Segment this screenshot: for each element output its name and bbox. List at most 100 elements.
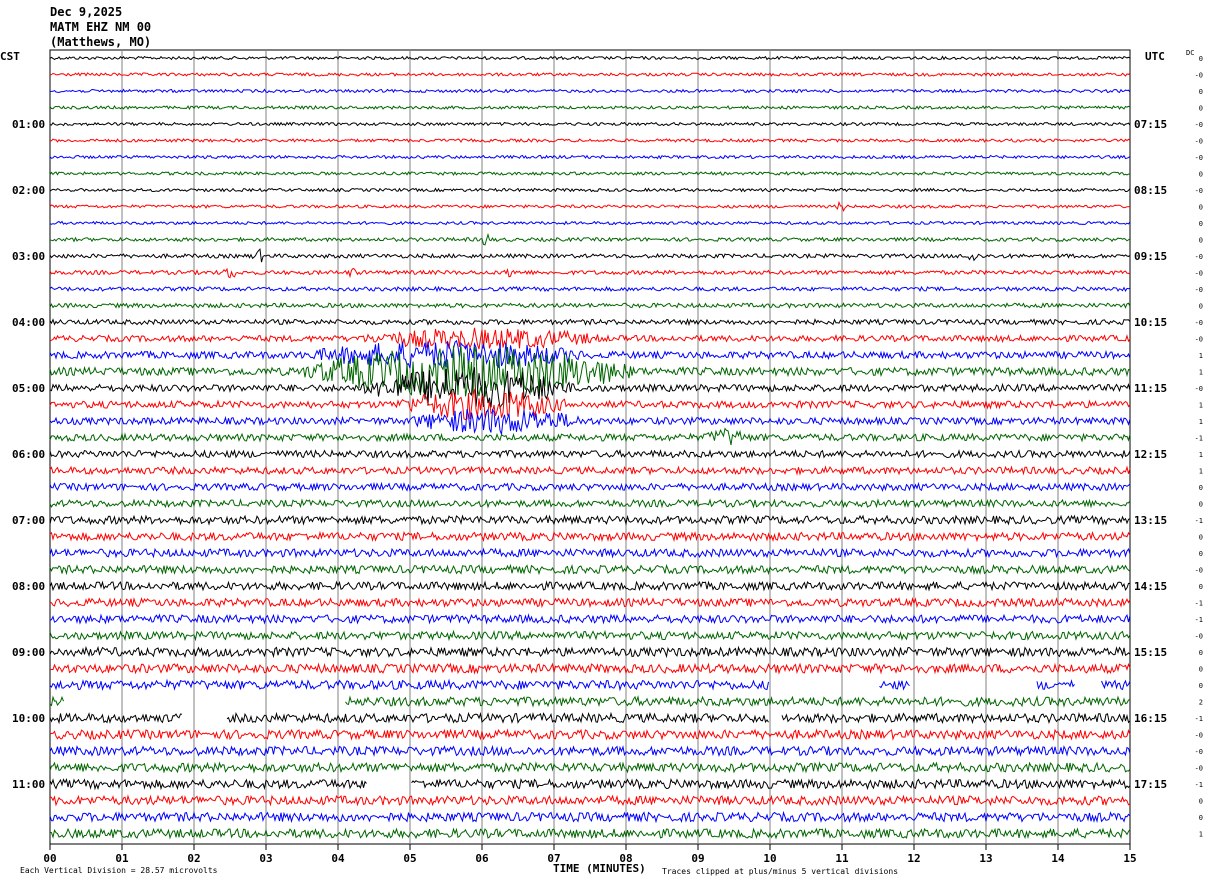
trace-row-41 xyxy=(49,728,1131,741)
trace-row-16 xyxy=(49,317,1131,327)
dc-offset-label: 0 xyxy=(1199,105,1203,113)
dc-offset-label: 0 xyxy=(1199,303,1203,311)
dc-offset-label: -0 xyxy=(1195,765,1203,773)
right-time-label: 13:15 xyxy=(1134,514,1167,527)
dc-offset-label: -0 xyxy=(1195,748,1203,756)
dc-offset-label: 0 xyxy=(1199,237,1203,245)
left-time-label: 02:00 xyxy=(12,184,45,197)
dc-offset-label: -0 xyxy=(1195,567,1203,575)
right-time-label: 08:15 xyxy=(1134,184,1167,197)
trace-row-12 xyxy=(49,248,1131,263)
left-time-labels: 01:00 02:00 03:00 04:00 05:00 06:00 07:00 08:00… xyxy=(12,118,45,791)
left-time-label: 10:00 xyxy=(12,712,45,725)
trace-row-33 xyxy=(49,596,1131,609)
left-time-label: 11:00 xyxy=(12,778,45,791)
trace-row-15 xyxy=(49,302,1131,309)
trace-row-13 xyxy=(49,267,1131,279)
trace-row-37 xyxy=(49,662,1131,675)
x-tick-label: 02 xyxy=(187,852,200,865)
right-time-labels: 07:15 08:15 09:15 10:15 11:15 12:15 13:15 14:15… xyxy=(1134,118,1167,791)
dc-offset-label: 0 xyxy=(1199,550,1203,558)
right-time-label: 10:15 xyxy=(1134,316,1167,329)
trace-row-35 xyxy=(49,629,1131,642)
dc-offset-label: -1 xyxy=(1195,715,1203,723)
trace-row-4 xyxy=(49,121,1131,127)
dc-offset-label: -0 xyxy=(1195,286,1203,294)
dc-offset-label: -0 xyxy=(1195,138,1203,146)
trace-row-44 xyxy=(49,777,1131,791)
dc-offset-label: -0 xyxy=(1195,270,1203,278)
trace-row-8 xyxy=(49,187,1131,193)
trace-row-30 xyxy=(49,547,1131,559)
trace-row-21 xyxy=(49,389,1131,421)
trace-row-17 xyxy=(49,327,1131,350)
left-time-label: 08:00 xyxy=(12,580,45,593)
right-time-label: 09:15 xyxy=(1134,250,1167,263)
dc-offset-label: -0 xyxy=(1195,633,1203,641)
dc-offset-label: -1 xyxy=(1195,600,1203,608)
left-time-label: 03:00 xyxy=(12,250,45,263)
trace-row-27 xyxy=(49,498,1131,509)
trace-row-39 xyxy=(49,695,1131,708)
trace-row-9 xyxy=(49,200,1131,212)
trace-row-47 xyxy=(49,827,1131,840)
plot-frame xyxy=(49,49,1131,845)
dc-offset-label: 0 xyxy=(1199,682,1203,690)
trace-row-10 xyxy=(49,220,1131,226)
trace-row-26 xyxy=(49,481,1131,493)
trace-row-1 xyxy=(49,72,1131,77)
x-tick-label: 03 xyxy=(259,852,272,865)
x-tick-label: 04 xyxy=(331,852,345,865)
dc-offset-label: -0 xyxy=(1195,72,1203,80)
dc-offset-label: 0 xyxy=(1199,55,1203,63)
right-time-label: 15:15 xyxy=(1134,646,1167,659)
trace-row-3 xyxy=(49,105,1131,111)
dc-offset-label: 0 xyxy=(1199,666,1203,674)
trace-row-5 xyxy=(49,138,1131,143)
left-time-label: 09:00 xyxy=(12,646,45,659)
trace-row-22 xyxy=(49,408,1131,435)
dc-offset-label: 0 xyxy=(1199,534,1203,542)
trace-row-11 xyxy=(49,232,1131,246)
trace-row-29 xyxy=(49,530,1131,543)
left-time-label: 06:00 xyxy=(12,448,45,461)
x-tick-label: 01 xyxy=(115,852,129,865)
trace-row-0 xyxy=(49,55,1131,61)
left-time-label: 07:00 xyxy=(12,514,45,527)
dc-offset-label: 1 xyxy=(1199,831,1203,839)
x-tick-label: 10 xyxy=(763,852,776,865)
dc-offset-label: 0 xyxy=(1199,220,1203,228)
trace-row-25 xyxy=(49,465,1131,476)
trace-row-6 xyxy=(49,154,1131,160)
dc-offset-label: 2 xyxy=(1199,699,1203,707)
x-tick-label: 05 xyxy=(403,852,416,865)
dc-offset-label: 1 xyxy=(1199,418,1203,426)
dc-offset-label: -1 xyxy=(1195,781,1203,789)
x-tick-label: 14 xyxy=(1051,852,1065,865)
trace-row-31 xyxy=(49,563,1131,576)
dc-offset-label: -0 xyxy=(1195,385,1203,393)
dc-offset-label: 0 xyxy=(1199,649,1203,657)
dc-offset-label: -0 xyxy=(1195,121,1203,129)
dc-offset-label: 0 xyxy=(1199,171,1203,179)
trace-row-18 xyxy=(49,339,1131,369)
dc-offset-label: 0 xyxy=(1199,204,1203,212)
dc-offset-labels: 0 -0 0 0 -0 -0 -0 0 -0 0 0 0 -0 -0 -0 0 -0 -0 1 1 -0 1 1 -1 1 1 0 0… xyxy=(1195,55,1203,839)
x-tick-label: 11 xyxy=(835,852,849,865)
dc-offset-label: 0 xyxy=(1199,798,1203,806)
traces xyxy=(49,55,1131,840)
dc-offset-label: -1 xyxy=(1195,435,1203,443)
trace-row-34 xyxy=(49,613,1131,625)
right-time-label: 07:15 xyxy=(1134,118,1167,131)
trace-row-24 xyxy=(49,448,1131,460)
x-tick-label: 13 xyxy=(979,852,992,865)
x-tick-label: 12 xyxy=(907,852,920,865)
dc-offset-label: 1 xyxy=(1199,468,1203,476)
dc-offset-label: -1 xyxy=(1195,616,1203,624)
trace-row-14 xyxy=(49,285,1131,293)
trace-row-42 xyxy=(49,744,1131,758)
trace-row-36 xyxy=(49,645,1131,659)
x-axis-title: TIME (MINUTES) xyxy=(553,862,646,875)
right-time-label: 16:15 xyxy=(1134,712,1167,725)
trace-row-23 xyxy=(49,427,1131,446)
